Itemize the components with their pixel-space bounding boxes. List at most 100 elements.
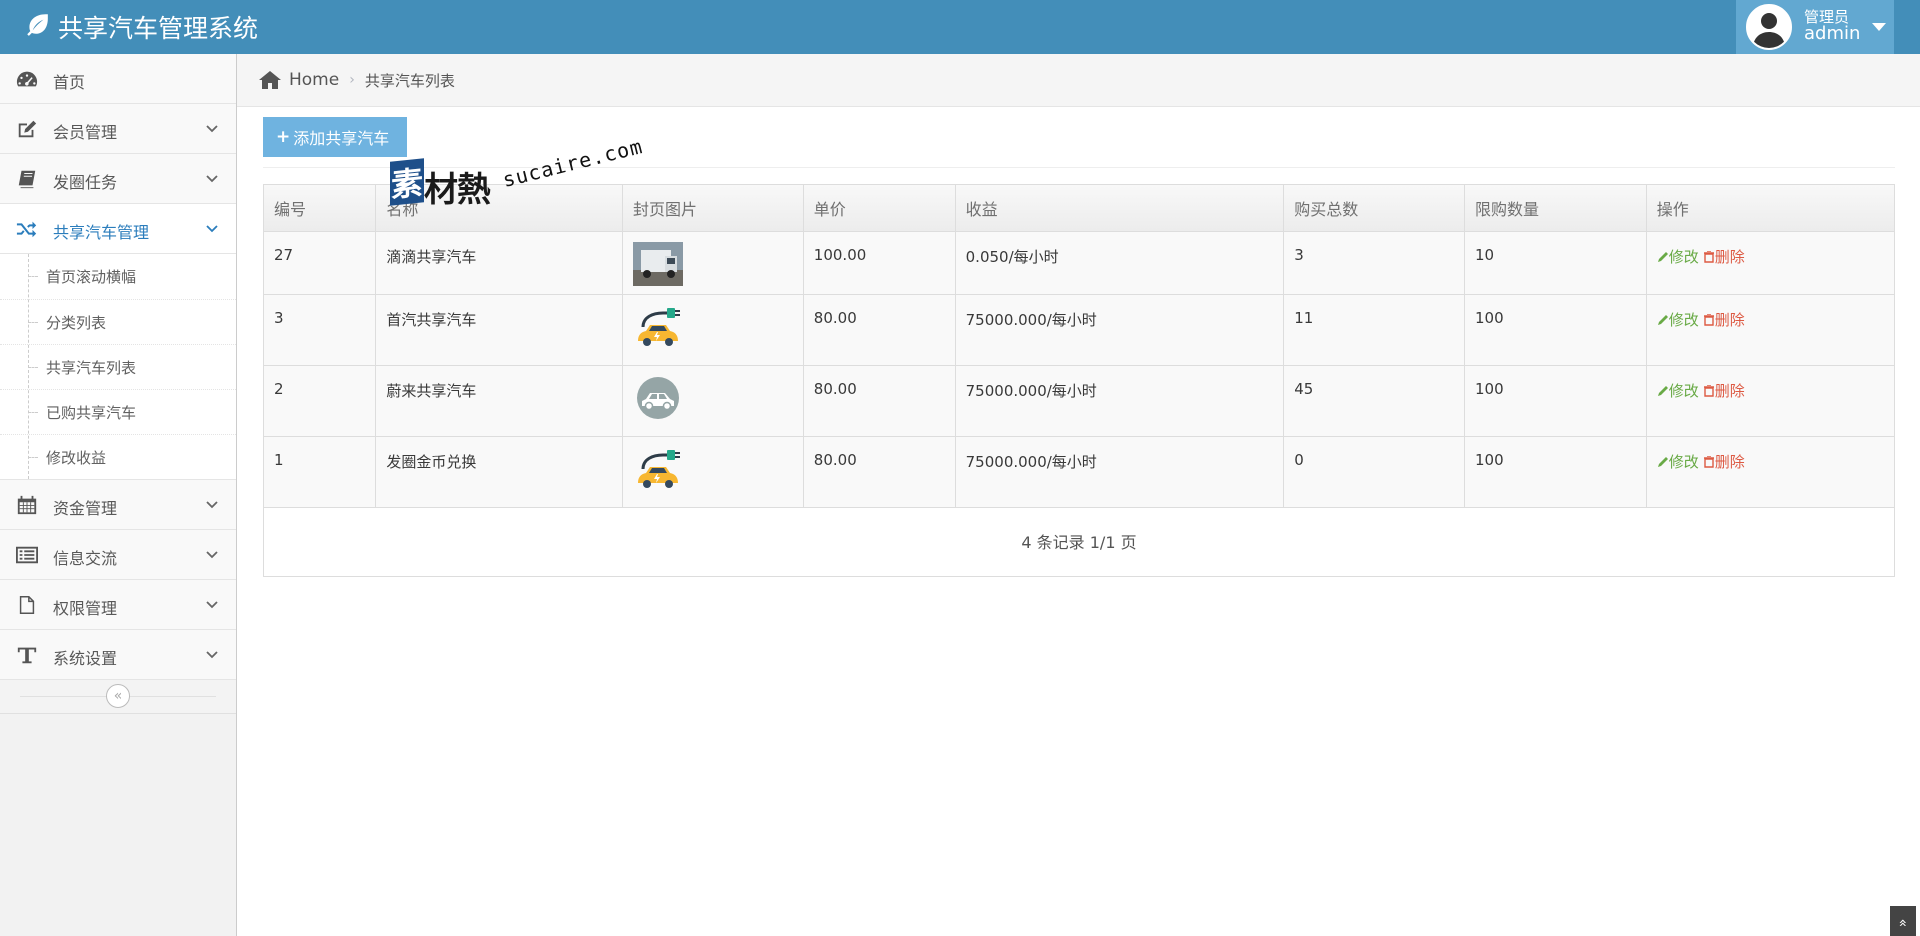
sidebar-item-settings[interactable]: 系统设置 <box>0 630 236 680</box>
pagination-info: 4 条记录 1/1 页 <box>1021 533 1137 552</box>
double-chevron-left-icon[interactable]: « <box>106 684 130 708</box>
add-car-label: 添加共享汽车 <box>293 129 390 148</box>
delete-link[interactable]: 删除 <box>1703 453 1745 471</box>
edit-link[interactable]: 修改 <box>1657 248 1699 266</box>
sidebar-collapse: « <box>0 680 236 714</box>
add-car-button[interactable]: + 添加共享汽车 <box>263 117 407 157</box>
cell-price: 80.00 <box>803 436 956 508</box>
cell-id: 1 <box>264 436 377 508</box>
pencil-icon <box>1657 385 1668 396</box>
file-icon <box>15 594 39 616</box>
truck-photo <box>633 241 683 286</box>
column-header: 封页图片 <box>622 185 804 232</box>
cell-actions: 修改 删除 <box>1646 365 1894 437</box>
delete-link[interactable]: 删除 <box>1703 311 1745 329</box>
sidebar-item-permissions[interactable]: 权限管理 <box>0 580 236 630</box>
breadcrumb: Home › 共享汽车列表 <box>237 54 1920 107</box>
edit-icon <box>15 118 39 140</box>
submenu-item-car-list[interactable]: 共享汽车列表 <box>0 344 236 389</box>
cell-image <box>622 365 804 437</box>
watermark: 素 材熱 sucaire.com <box>390 134 645 218</box>
cell-actions: 修改 删除 <box>1646 436 1894 508</box>
sidebar-item-label: 共享汽车管理 <box>53 223 150 242</box>
cell-total: 0 <box>1283 436 1466 508</box>
table-row: 3 首汽共享汽车 80.00 75000.000/每小时 11 100 修改 删除 <box>264 294 1894 366</box>
cell-actions: 修改 删除 <box>1646 231 1894 295</box>
table-row: 1 发圈金币兑换 80.00 75000.000/每小时 0 100 修改 删除 <box>264 436 1894 508</box>
breadcrumb-home[interactable]: Home <box>289 70 339 90</box>
submenu-cars: 首页滚动横幅 分类列表 共享汽车列表 已购共享汽车 修改收益 <box>0 254 236 480</box>
sidebar-item-label: 系统设置 <box>53 649 118 668</box>
caret-down-icon <box>1872 23 1887 31</box>
column-header: 限购数量 <box>1464 185 1647 232</box>
submenu-item-categories[interactable]: 分类列表 <box>0 299 236 344</box>
watermark-en: sucaire.com <box>500 134 646 192</box>
sidebar-item-home[interactable]: 首页 <box>0 54 236 104</box>
electric-car-icon <box>633 447 683 491</box>
cell-id: 27 <box>264 231 377 295</box>
cell-image <box>622 436 804 508</box>
watermark-logo: 素 <box>390 158 424 206</box>
trash-icon <box>1703 454 1714 468</box>
app-title: 共享汽车管理系统 <box>58 14 259 43</box>
table-row: 27 滴滴共享汽车 100.00 0.050/每小时 3 10 修改 删除 <box>264 231 1894 295</box>
sidebar-item-cars[interactable]: 共享汽车管理 <box>0 204 236 254</box>
list-icon <box>15 544 39 566</box>
user-name: admin <box>1804 23 1861 45</box>
column-header: 收益 <box>955 185 1285 232</box>
scroll-top-button[interactable]: » <box>1890 906 1916 936</box>
chevron-down-icon <box>206 125 218 133</box>
sidebar-item-label: 发圈任务 <box>53 173 118 192</box>
cell-price: 80.00 <box>803 365 956 437</box>
sidebar-item-members[interactable]: 会员管理 <box>0 104 236 154</box>
avatar <box>1746 4 1792 50</box>
user-avatar-icon <box>1748 6 1790 48</box>
top-navbar: 共享汽车管理系统 管理员 admin <box>0 0 1920 54</box>
leaf-icon <box>24 11 58 43</box>
cell-image <box>622 231 804 295</box>
sidebar-item-label: 首页 <box>53 73 86 92</box>
cell-name: 滴滴共享汽车 <box>375 231 623 295</box>
text-icon <box>15 644 39 666</box>
sidebar-item-tasks[interactable]: 发圈任务 <box>0 154 236 204</box>
cell-limit: 100 <box>1464 365 1647 437</box>
sidebar: 首页 会员管理 发圈任务 共享汽车管理 首页滚动横幅 分类列表 共享汽车列表 已… <box>0 54 237 936</box>
sidebar-item-label: 会员管理 <box>53 123 118 142</box>
column-header: 操作 <box>1646 185 1894 232</box>
watermark-cn: 材熱 <box>424 170 491 210</box>
sidebar-item-messages[interactable]: 信息交流 <box>0 530 236 580</box>
cell-price: 80.00 <box>803 294 956 366</box>
breadcrumb-separator: › <box>349 72 355 88</box>
edit-link[interactable]: 修改 <box>1657 453 1699 471</box>
cell-income: 0.050/每小时 <box>955 231 1285 295</box>
sidebar-item-label: 权限管理 <box>53 599 118 618</box>
book-icon <box>15 168 39 190</box>
delete-link[interactable]: 删除 <box>1703 382 1745 400</box>
delete-link[interactable]: 删除 <box>1703 248 1745 266</box>
column-header: 购买总数 <box>1283 185 1466 232</box>
user-menu[interactable]: 管理员 admin <box>1736 0 1894 54</box>
chevron-down-icon <box>206 651 218 659</box>
cell-name: 首汽共享汽车 <box>375 294 623 366</box>
cell-id: 2 <box>264 365 377 437</box>
cell-name: 发圈金币兑换 <box>375 436 623 508</box>
edit-link[interactable]: 修改 <box>1657 382 1699 400</box>
table-row: 2 蔚来共享汽车 80.00 75000.000/每小时 45 100 修改 删除 <box>264 365 1894 437</box>
sidebar-item-funds[interactable]: 资金管理 <box>0 480 236 530</box>
home-icon <box>259 71 281 89</box>
submenu-item-purchased[interactable]: 已购共享汽车 <box>0 389 236 434</box>
cell-limit: 10 <box>1464 231 1647 295</box>
brand[interactable]: 共享汽车管理系统 <box>24 9 258 45</box>
calendar-icon <box>15 494 39 516</box>
chevron-down-icon <box>206 551 218 559</box>
column-header: 单价 <box>803 185 956 232</box>
electric-car-icon <box>633 305 683 349</box>
dashboard-icon <box>15 68 39 90</box>
edit-link[interactable]: 修改 <box>1657 311 1699 329</box>
cell-total: 45 <box>1283 365 1466 437</box>
chevron-down-icon <box>206 225 218 233</box>
car-table: 编号 名称 封页图片 单价 收益 购买总数 限购数量 操作 27 滴滴共享汽车 … <box>263 184 1895 577</box>
trash-icon <box>1703 383 1714 397</box>
submenu-item-edit-income[interactable]: 修改收益 <box>0 434 236 479</box>
submenu-item-banner[interactable]: 首页滚动横幅 <box>0 254 236 299</box>
